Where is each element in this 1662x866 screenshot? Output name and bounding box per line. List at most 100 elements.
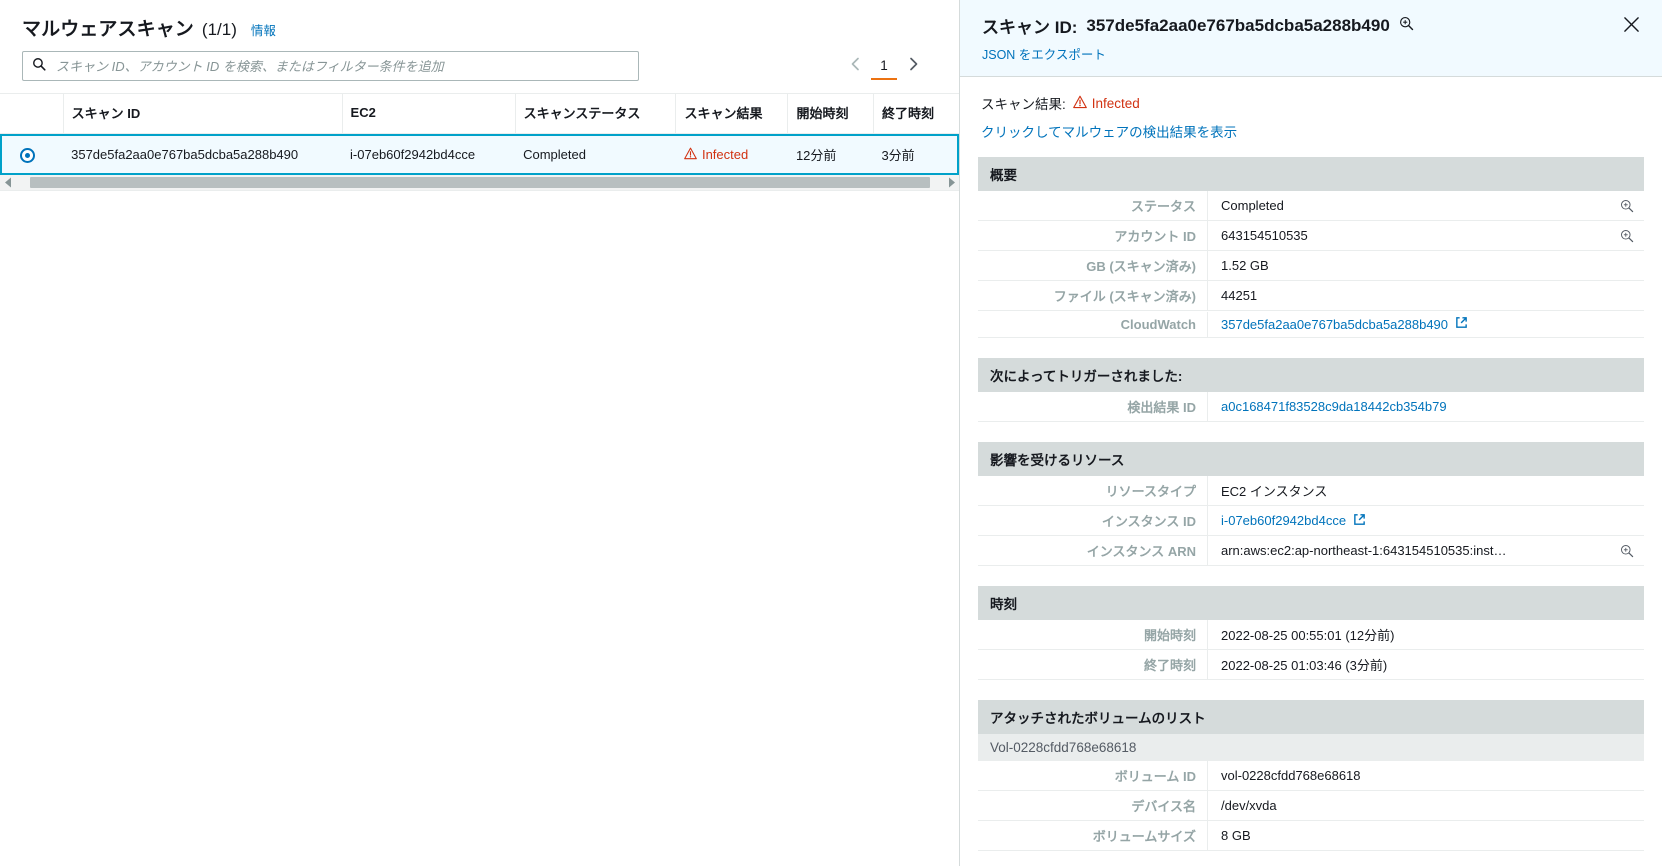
detail-row-text: 2022-08-25 00:55:01 (12分前): [1221, 628, 1395, 643]
detail-row-value: 8 GB: [1208, 823, 1644, 848]
scan-result-label: スキャン結果:: [981, 97, 1066, 112]
detail-row-text: Completed: [1221, 198, 1284, 213]
detail-row-text: EC2 インスタンス: [1221, 484, 1328, 499]
search-input[interactable]: [54, 57, 629, 75]
table-row[interactable]: 357de5fa2aa0e767ba5dcba5a288b490 i-07eb6…: [0, 133, 959, 176]
scan-table-head: スキャン ID EC2 スキャンステータス スキャン結果 開始時刻 終了時刻: [0, 93, 959, 134]
column-header-ec2[interactable]: EC2: [341, 93, 516, 134]
detail-row-text: vol-0228cfdd768e68618: [1221, 768, 1361, 783]
detail-row-label: リソースタイプ: [978, 476, 1208, 505]
pagination: 1: [841, 52, 937, 80]
detail-row-link[interactable]: a0c168471f83528c9da18442cb354b79: [1221, 399, 1447, 414]
column-header-scan-id[interactable]: スキャン ID: [62, 93, 343, 134]
detail-row-text: /dev/xvda: [1221, 798, 1277, 813]
detail-panel-header: スキャン ID: 357de5fa2aa0e767ba5dcba5a288b49…: [960, 0, 1662, 77]
detail-row-label: ボリュームサイズ: [978, 821, 1208, 850]
scan-detail-panel: スキャン ID: 357de5fa2aa0e767ba5dcba5a288b49…: [960, 0, 1662, 866]
magnifier-plus-icon[interactable]: [1399, 16, 1414, 36]
detail-section: アタッチされたボリュームのリスト Vol-0228cfdd768e68618 ボリュ…: [978, 700, 1644, 851]
detail-row-value: 2022-08-25 00:55:01 (12分前): [1208, 620, 1644, 649]
warning-triangle-icon: [684, 147, 697, 163]
detail-row-label: 終了時刻: [978, 650, 1208, 679]
detail-section: 時刻 開始時刻 2022-08-25 00:55:01 (12分前) 終了時刻 2022…: [978, 586, 1644, 680]
detail-row-value: i-07eb60f2942bd4cce: [1208, 508, 1644, 534]
scan-result-summary: スキャン結果: Infected: [978, 93, 1644, 113]
row-select-cell[interactable]: [0, 134, 63, 176]
table-header-row: スキャン ID EC2 スキャンステータス スキャン結果 開始時刻 終了時刻: [0, 93, 959, 134]
chevron-right-icon: [908, 57, 919, 76]
detail-section-title: 次によってトリガーされました:: [978, 358, 1644, 392]
scrollbar-track[interactable]: [16, 177, 943, 188]
detail-title-value: 357de5fa2aa0e767ba5dcba5a288b490: [1086, 15, 1390, 35]
detail-row-text: 2022-08-25 01:03:46 (3分前): [1221, 658, 1388, 673]
detail-section-title: アタッチされたボリュームのリスト: [978, 700, 1644, 734]
detail-title-prefix: スキャン ID:: [982, 18, 1078, 37]
column-header-scan-status[interactable]: スキャンステータス: [514, 93, 676, 134]
search-icon: [32, 57, 46, 76]
detail-row: ボリュームサイズ 8 GB: [978, 821, 1644, 851]
detail-row-label: ボリューム ID: [978, 761, 1208, 790]
external-link-icon[interactable]: [1455, 316, 1468, 332]
column-header-end-time[interactable]: 終了時刻: [872, 93, 959, 134]
scan-list-pane: マルウェアスキャン (1/1) 情報 スキャン ID、アカウント ID を検索、…: [0, 0, 960, 866]
export-json-link[interactable]: JSON をエクスポート: [982, 44, 1106, 63]
column-header-scan-result[interactable]: スキャン結果: [675, 93, 788, 134]
table-horizontal-scrollbar[interactable]: [0, 175, 959, 191]
list-header: マルウェアスキャン (1/1) 情報: [0, 0, 959, 41]
detail-section: 影響を受けるリソース リソースタイプ EC2 インスタンス インスタンス ID i-07…: [978, 442, 1644, 566]
detail-row: 開始時刻 2022-08-25 00:55:01 (12分前): [978, 620, 1644, 650]
view-malware-findings-link[interactable]: クリックしてマルウェアの検出結果を表示: [978, 121, 1644, 141]
detail-row: GB (スキャン済み) 1.52 GB: [978, 251, 1644, 281]
pagination-prev-button[interactable]: [841, 52, 869, 80]
detail-row-label: 検出結果 ID: [978, 392, 1208, 421]
detail-section-title: 概要: [978, 157, 1644, 191]
page-title-count: (1/1): [201, 20, 237, 39]
pagination-page-1[interactable]: 1: [871, 52, 897, 80]
magnifier-plus-icon[interactable]: [1612, 544, 1634, 558]
detail-row-text: 1.52 GB: [1221, 258, 1269, 273]
detail-row-value: 44251: [1208, 283, 1644, 308]
magnifier-plus-icon[interactable]: [1612, 229, 1634, 243]
detail-row: インスタンス ARN arn:aws:ec2:ap-northeast-1:643…: [978, 536, 1644, 566]
scan-result-badge: Infected: [1072, 95, 1140, 112]
detail-row: ステータス Completed: [978, 191, 1644, 221]
status-badge: Infected: [684, 147, 748, 163]
column-header-start-time[interactable]: 開始時刻: [787, 93, 874, 134]
cell-end-time: 3分前: [881, 148, 915, 163]
detail-row-label: CloudWatch: [978, 311, 1208, 337]
magnifier-plus-icon[interactable]: [1612, 199, 1634, 213]
close-icon: [1623, 16, 1640, 38]
detail-row-value: 2022-08-25 01:03:46 (3分前): [1208, 650, 1644, 679]
detail-section: 次によってトリガーされました: 検出結果 ID a0c168471f83528c9d…: [978, 358, 1644, 422]
list-toolbar: 1: [0, 41, 959, 93]
detail-row: デバイス名/dev/xvda: [978, 791, 1644, 821]
detail-section-subtitle: Vol-0228cfdd768e68618: [978, 734, 1644, 761]
close-button[interactable]: [1620, 16, 1642, 38]
detail-row-label: GB (スキャン済み): [978, 251, 1208, 280]
cell-scan-id: 357de5fa2aa0e767ba5dcba5a288b490: [71, 147, 299, 162]
scroll-right-arrow-icon[interactable]: [943, 175, 959, 191]
detail-row: リソースタイプ EC2 インスタンス: [978, 476, 1644, 506]
cell-start-time: 12分前: [795, 148, 837, 163]
search-box[interactable]: [22, 51, 639, 81]
detail-row-label: インスタンス ID: [978, 506, 1208, 535]
scrollbar-thumb[interactable]: [30, 177, 930, 188]
detail-row: CloudWatch 357de5fa2aa0e767ba5dcba5a288b4…: [978, 311, 1644, 338]
scan-result-value: Infected: [1091, 95, 1140, 111]
detail-row-link[interactable]: i-07eb60f2942bd4cce: [1221, 513, 1346, 528]
page-title: マルウェアスキャン: [22, 19, 194, 40]
detail-row-label: アカウント ID: [978, 221, 1208, 250]
chevron-left-icon: [850, 57, 861, 76]
info-link[interactable]: 情報: [251, 20, 276, 39]
pagination-next-button[interactable]: [899, 52, 927, 80]
cell-scan-result: Infected: [676, 134, 788, 176]
detail-row-value: EC2 インスタンス: [1208, 476, 1644, 505]
scroll-left-arrow-icon[interactable]: [0, 175, 16, 191]
detail-row-link[interactable]: 357de5fa2aa0e767ba5dcba5a288b490: [1221, 317, 1448, 332]
detail-section-title: 時刻: [978, 586, 1644, 620]
detail-row-label: デバイス名: [978, 791, 1208, 820]
status-badge-label: Infected: [701, 147, 749, 162]
external-link-icon[interactable]: [1353, 513, 1366, 529]
detail-row-label: ステータス: [978, 191, 1208, 220]
row-radio-button[interactable]: [20, 147, 36, 163]
